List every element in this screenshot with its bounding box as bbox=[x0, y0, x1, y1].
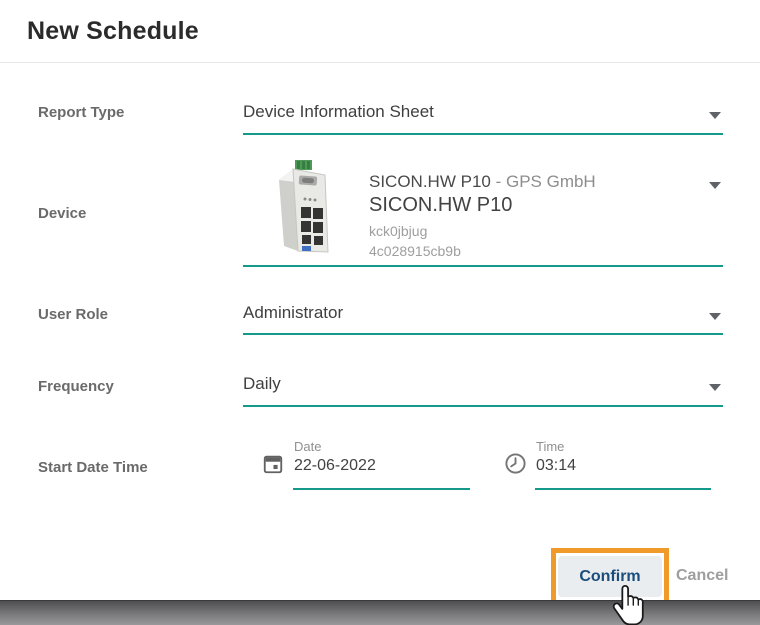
device-id: 4c028915cb9b bbox=[369, 243, 596, 259]
device-title-primary: SICON.HW P10 bbox=[369, 172, 491, 191]
device-image bbox=[265, 158, 347, 255]
device-label: Device bbox=[38, 205, 238, 222]
dialog-title: New Schedule bbox=[27, 17, 199, 46]
date-input[interactable]: 22-06-2022 bbox=[294, 457, 376, 475]
frequency-value: Daily bbox=[243, 374, 281, 394]
chevron-down-icon bbox=[709, 384, 721, 391]
report-type-label: Report Type bbox=[38, 104, 238, 121]
user-role-value: Administrator bbox=[243, 303, 343, 323]
new-schedule-dialog: New Schedule Report Type Device Informat… bbox=[0, 0, 760, 625]
device-serial: kck0jbjug bbox=[369, 223, 596, 239]
frequency-label: Frequency bbox=[38, 378, 238, 395]
date-sublabel: Date bbox=[294, 439, 321, 454]
clock-icon[interactable] bbox=[504, 452, 527, 475]
start-date-time-label: Start Date Time bbox=[38, 459, 238, 476]
time-sublabel: Time bbox=[536, 439, 564, 454]
user-role-select[interactable]: Administrator bbox=[243, 297, 723, 335]
time-input[interactable]: 03:14 bbox=[536, 457, 576, 475]
device-info: SICON.HW P10 - GPS GmbH SICON.HW P10 kck… bbox=[369, 172, 596, 259]
user-role-label: User Role bbox=[38, 306, 238, 323]
cancel-button[interactable]: Cancel bbox=[676, 562, 728, 590]
device-model: SICON.HW P10 bbox=[369, 194, 596, 217]
device-select[interactable]: SICON.HW P10 - GPS GmbH SICON.HW P10 kck… bbox=[243, 150, 723, 267]
report-type-select[interactable]: Device Information Sheet bbox=[243, 96, 723, 135]
frequency-select[interactable]: Daily bbox=[243, 368, 723, 407]
report-type-value: Device Information Sheet bbox=[243, 102, 434, 122]
title-divider bbox=[0, 62, 760, 63]
calendar-icon[interactable] bbox=[262, 453, 284, 475]
confirm-button[interactable]: Confirm bbox=[558, 556, 662, 597]
device-title-suffix: - GPS GmbH bbox=[491, 172, 596, 191]
time-underline bbox=[535, 488, 711, 490]
page-background-strip bbox=[0, 600, 760, 625]
date-underline bbox=[293, 488, 470, 490]
device-title: SICON.HW P10 - GPS GmbH bbox=[369, 172, 596, 192]
chevron-down-icon bbox=[709, 182, 721, 189]
chevron-down-icon bbox=[709, 112, 721, 119]
chevron-down-icon bbox=[709, 313, 721, 320]
dialog-titlebar: New Schedule bbox=[0, 0, 760, 62]
